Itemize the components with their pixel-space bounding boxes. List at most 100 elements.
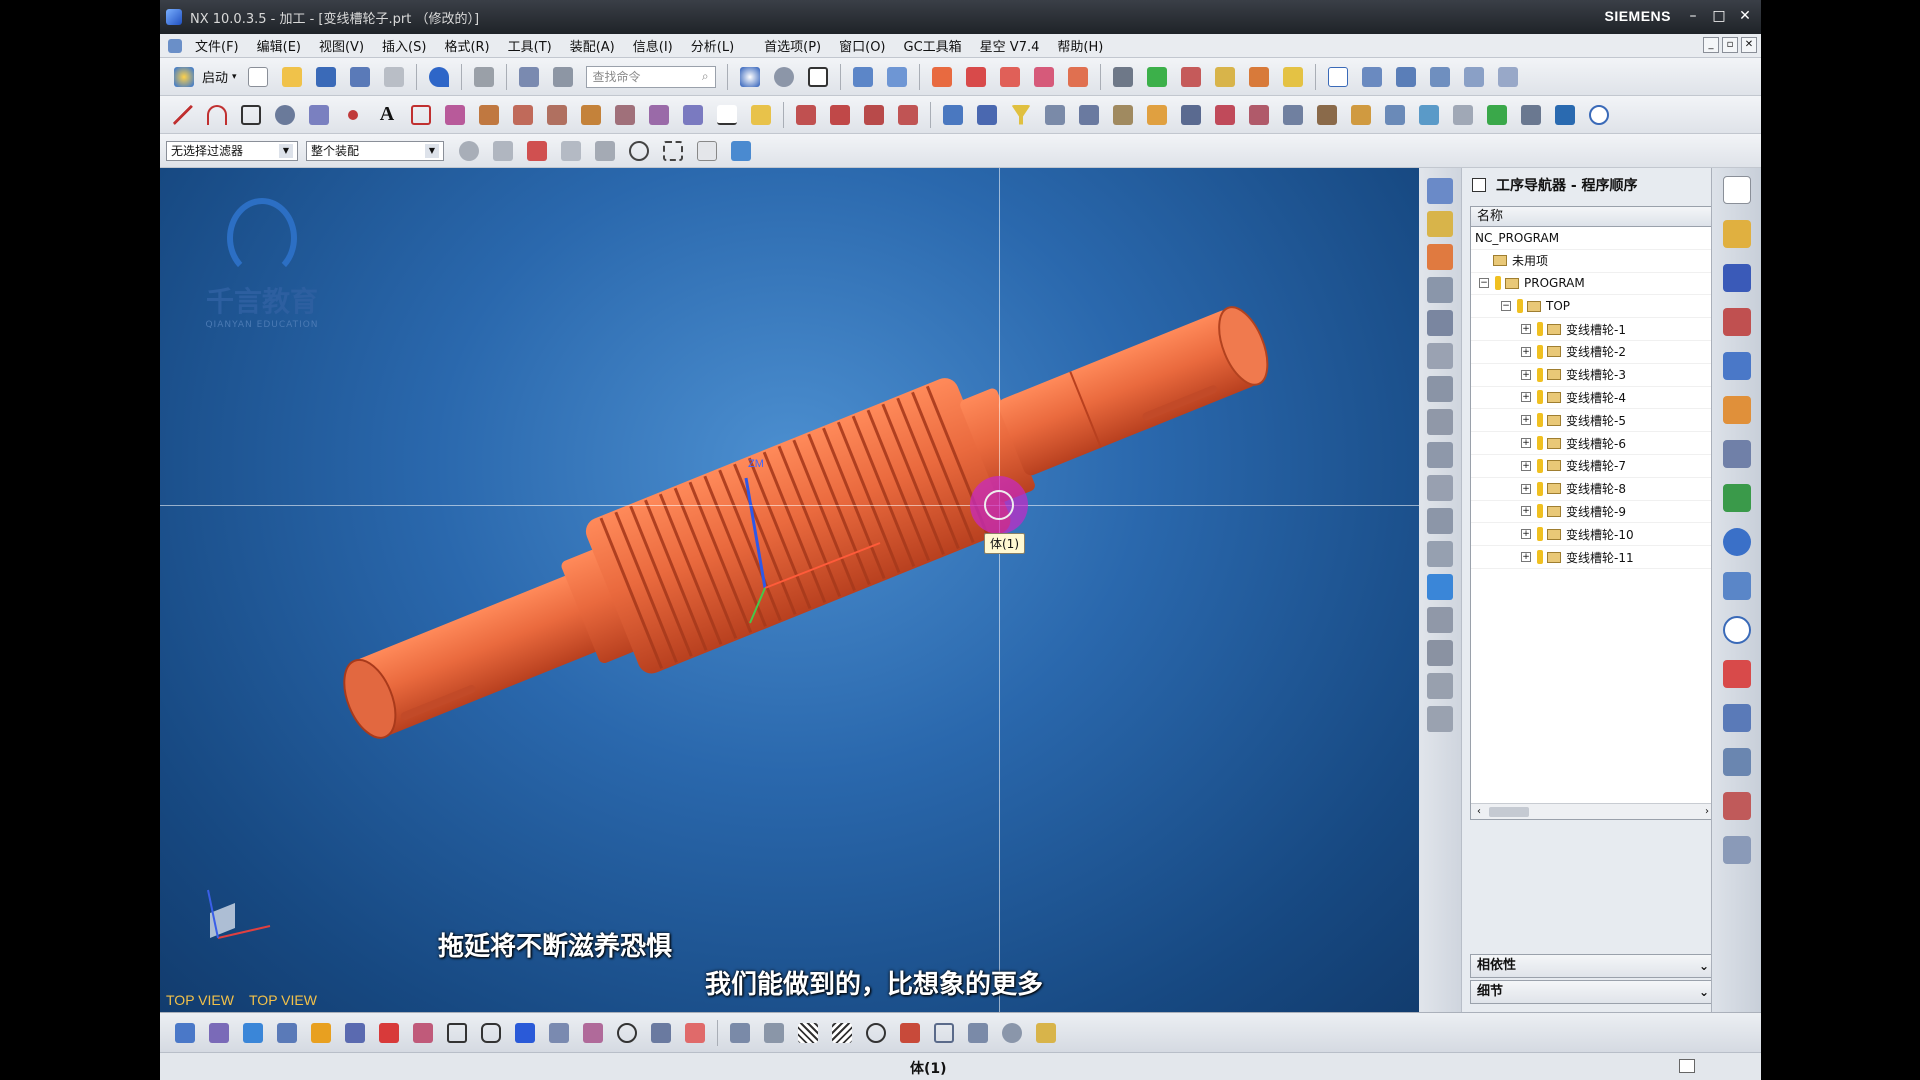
palette-icon[interactable]: [1722, 484, 1751, 512]
navigator-tree[interactable]: 名称 NC_PROGRAM 未用项 − PROGRAM − TOP + 变线槽轮-…: [1470, 206, 1716, 820]
text-icon[interactable]: A: [373, 101, 401, 129]
sheet-icon[interactable]: [1347, 101, 1375, 129]
settings-gear-icon[interactable]: [1722, 176, 1751, 204]
menu-file[interactable]: 文件(F): [186, 36, 248, 55]
view-cube-icon[interactable]: [883, 63, 911, 91]
tree-row-op[interactable]: + 变线槽轮-9: [1471, 501, 1715, 524]
menu-edit[interactable]: 编辑(E): [248, 36, 310, 55]
expand-icon[interactable]: +: [1521, 369, 1531, 380]
snap-point-icon[interactable]: [625, 137, 653, 165]
tree-row-op[interactable]: + 变线槽轮-6: [1471, 432, 1715, 455]
history-icon[interactable]: [1722, 572, 1751, 600]
plunge-icon[interactable]: [1427, 475, 1453, 501]
tree-icon[interactable]: [1381, 101, 1409, 129]
wave-curve-icon[interactable]: [713, 101, 741, 129]
rectangle-icon[interactable]: [443, 1019, 471, 1047]
measure-icon[interactable]: [760, 1019, 788, 1047]
arc-icon[interactable]: [203, 101, 231, 129]
menu-preferences[interactable]: 首选项(P): [755, 36, 830, 55]
filter-icon[interactable]: [1007, 101, 1035, 129]
tree-row-program[interactable]: − PROGRAM: [1471, 273, 1715, 296]
chart-bars-icon[interactable]: [1143, 101, 1171, 129]
create-tool-icon[interactable]: [205, 1019, 233, 1047]
details-section[interactable]: 细节 ⌄: [1470, 980, 1716, 1004]
shape-icon[interactable]: [409, 1019, 437, 1047]
reuse-library-icon[interactable]: [1722, 440, 1751, 468]
tree-row-op[interactable]: + 变线槽轮-10: [1471, 523, 1715, 547]
mdi-minimize-button[interactable]: _: [1703, 37, 1719, 53]
assembly-navigator-icon[interactable]: [1722, 220, 1751, 248]
circle-icon[interactable]: [613, 1019, 641, 1047]
hatch-alt-icon[interactable]: [828, 1019, 856, 1047]
roller-part-model[interactable]: [160, 168, 1419, 1012]
geometry-icon[interactable]: [1427, 244, 1453, 270]
expand-icon[interactable]: +: [1521, 529, 1531, 540]
expand-icon[interactable]: +: [1521, 460, 1531, 471]
start-button[interactable]: 启动 ▾: [166, 63, 241, 91]
layout-icon[interactable]: [964, 1019, 992, 1047]
menu-format[interactable]: 格式(R): [435, 36, 498, 55]
axis-icon[interactable]: [545, 1019, 573, 1047]
create-method-icon[interactable]: [1030, 63, 1058, 91]
select-face-icon[interactable]: [557, 137, 585, 165]
expand-icon[interactable]: +: [1521, 346, 1531, 357]
tree-row-op[interactable]: + 变线槽轮-3: [1471, 364, 1715, 387]
line-icon[interactable]: [169, 101, 197, 129]
save-as-icon[interactable]: [346, 63, 374, 91]
highlight-curve-icon[interactable]: [747, 101, 775, 129]
shop-doc-icon[interactable]: [1279, 63, 1307, 91]
sim-icon[interactable]: [1722, 704, 1751, 732]
eraser-icon[interactable]: [693, 137, 721, 165]
cloud-icon[interactable]: [1449, 101, 1477, 129]
minimize-button[interactable]: –: [1683, 6, 1703, 26]
xy-icon[interactable]: [681, 1019, 709, 1047]
point-icon[interactable]: [339, 101, 367, 129]
create-geometry-icon[interactable]: [239, 1019, 267, 1047]
swap-icon[interactable]: [1483, 101, 1511, 129]
verify-icon[interactable]: [1427, 574, 1453, 600]
collapse-icon[interactable]: −: [1501, 301, 1511, 312]
flag-icon[interactable]: [1279, 101, 1307, 129]
expand-icon[interactable]: +: [1521, 392, 1531, 403]
mill-icon[interactable]: [1427, 343, 1453, 369]
geometry-view-icon[interactable]: [1392, 63, 1420, 91]
type-filter-dropdown[interactable]: 无选择过滤器 ▼: [166, 140, 298, 161]
box-select-icon[interactable]: [659, 137, 687, 165]
menu-tools[interactable]: 工具(T): [499, 36, 561, 55]
selection-scope-dropdown[interactable]: 整个装配 ▼: [306, 140, 444, 161]
constraint-navigator-icon[interactable]: [1722, 264, 1751, 292]
edit-object-icon[interactable]: [515, 63, 543, 91]
select-feature-icon[interactable]: [523, 137, 551, 165]
tree-row-op[interactable]: + 变线槽轮-8: [1471, 478, 1715, 501]
cube-icon[interactable]: [727, 137, 755, 165]
machining-method-view-icon[interactable]: [1426, 63, 1454, 91]
expand-icon[interactable]: +: [1521, 324, 1531, 335]
tree-row-op[interactable]: + 变线槽轮-11: [1471, 546, 1715, 569]
snap-view-icon[interactable]: [736, 63, 764, 91]
post-icon[interactable]: [1427, 706, 1453, 732]
collapse-icon[interactable]: −: [1479, 278, 1489, 289]
navigator-list-icon[interactable]: [1460, 63, 1488, 91]
create-program-icon[interactable]: [171, 1019, 199, 1047]
select-curve-icon[interactable]: [489, 137, 517, 165]
divide-curve-icon[interactable]: [826, 101, 854, 129]
tool-icon[interactable]: [1427, 211, 1453, 237]
create-geometry-icon[interactable]: [996, 63, 1024, 91]
method-icon[interactable]: [1427, 277, 1453, 303]
undo-icon[interactable]: [425, 63, 453, 91]
section-icon[interactable]: [726, 1019, 754, 1047]
path-icon[interactable]: [1427, 673, 1453, 699]
project-curve-icon[interactable]: [441, 101, 469, 129]
stat-icon[interactable]: [1211, 101, 1239, 129]
move-object-icon[interactable]: [973, 101, 1001, 129]
graphics-viewport[interactable]: 千言教育 QIANYAN EDUCATION ZM 体(1) TOP VIEW …: [160, 168, 1419, 1012]
tree-row-unused[interactable]: 未用项: [1471, 250, 1715, 273]
drill-icon[interactable]: [341, 1019, 369, 1047]
operation-navigator-icon[interactable]: [1722, 352, 1751, 380]
tree-row-op[interactable]: + 变线槽轮-5: [1471, 409, 1715, 433]
tree-row-root[interactable]: NC_PROGRAM: [1471, 227, 1715, 250]
program-order-view-icon[interactable]: [1324, 63, 1352, 91]
clamp-icon[interactable]: [1517, 101, 1545, 129]
fillet-curve-icon[interactable]: [860, 101, 888, 129]
cut-icon[interactable]: [470, 63, 498, 91]
